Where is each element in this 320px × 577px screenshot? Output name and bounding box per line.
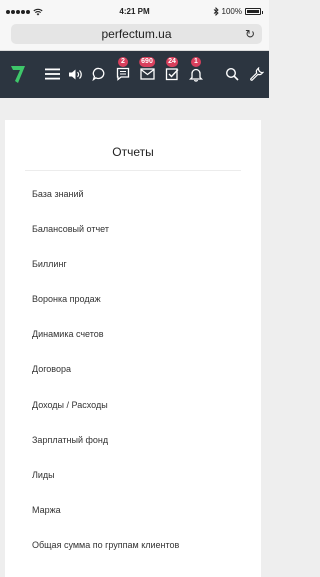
report-item[interactable]: Договора (32, 364, 179, 399)
address-bar[interactable]: perfectum.ua ↻ (11, 24, 262, 44)
mail-badge: 690 (139, 57, 155, 67)
reports-title: Отчеты (112, 145, 154, 159)
search-icon (225, 67, 239, 81)
task-checkbox-icon (165, 68, 179, 81)
menu-button[interactable] (42, 64, 62, 84)
logo[interactable] (8, 64, 28, 84)
reports-card: Отчеты База знаний Балансовый отчет Билл… (5, 120, 261, 577)
messages-button[interactable]: 2 (113, 57, 133, 84)
messages-badge: 2 (118, 57, 128, 67)
browser-chrome: 4:21 PM 100% perfectum.ua ↻ (0, 0, 269, 51)
chat-bubble-icon (92, 67, 105, 81)
notifications-badge: 1 (191, 57, 201, 67)
report-item[interactable]: Биллинг (32, 259, 179, 294)
report-list: База знаний Балансовый отчет Биллинг Вор… (32, 189, 179, 575)
perfectum-logo-icon (11, 66, 25, 83)
notifications-button[interactable]: 1 (186, 57, 206, 84)
report-item[interactable]: Балансовый отчет (32, 224, 179, 259)
sound-button[interactable] (65, 64, 85, 84)
status-bar: 4:21 PM 100% (0, 7, 269, 19)
title-divider (25, 170, 241, 171)
envelope-icon (139, 68, 155, 80)
battery-percent: 100% (221, 7, 242, 16)
speaker-icon (68, 69, 82, 79)
report-item[interactable]: Общая сумма по группам клиентов (32, 540, 179, 575)
bell-icon (189, 68, 203, 82)
hamburger-icon (44, 68, 60, 80)
wrench-icon (249, 66, 264, 81)
report-item[interactable]: Маржа (32, 505, 179, 540)
settings-button[interactable] (246, 64, 266, 84)
report-item[interactable]: База знаний (32, 189, 179, 224)
report-item[interactable]: Лиды (32, 470, 179, 505)
report-item[interactable]: Динамика счетов (32, 329, 179, 364)
app-navbar: 2 690 24 1 (0, 51, 269, 98)
battery-icon (245, 8, 263, 15)
search-button[interactable] (222, 64, 242, 84)
tasks-button[interactable]: 24 (162, 57, 182, 84)
chat-button[interactable] (89, 64, 109, 84)
report-item[interactable]: Доходы / Расходы (32, 400, 179, 435)
bluetooth-icon (213, 7, 219, 16)
report-item[interactable]: Воронка продаж (32, 294, 179, 329)
reload-icon[interactable]: ↻ (245, 27, 255, 41)
report-item[interactable]: Зарплатный фонд (32, 435, 179, 470)
mail-button[interactable]: 690 (137, 57, 157, 84)
url-text: perfectum.ua (101, 27, 172, 41)
tasks-badge: 24 (166, 57, 178, 67)
message-icon (116, 67, 130, 81)
